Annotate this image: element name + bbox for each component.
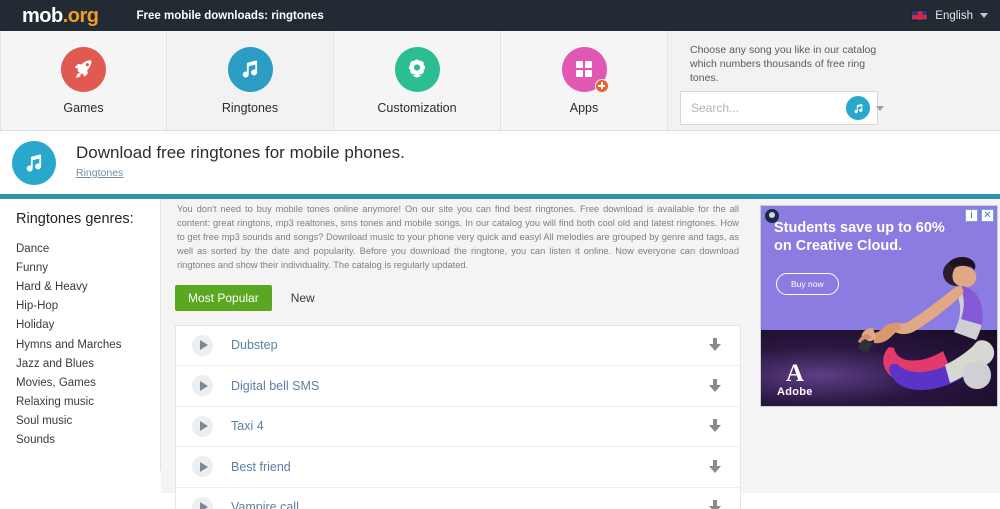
sidebar-item-soul-music[interactable]: Soul music (16, 412, 160, 431)
play-icon[interactable] (192, 334, 213, 356)
primary-nav: Games Ringtones Customization Apps Choos… (0, 31, 1000, 131)
nav-item-label: Ringtones (221, 100, 279, 115)
genres-sidebar: Ringtones genres: Dance Funny Hard & Hea… (0, 199, 161, 471)
play-icon[interactable] (192, 496, 213, 509)
page-header: Download free ringtones for mobile phone… (0, 131, 1000, 199)
adobe-wordmark: Adobe (777, 386, 813, 398)
apps-grid-icon (561, 46, 609, 93)
download-arrow-icon[interactable] (708, 419, 722, 433)
nav-item-ringtones[interactable]: Ringtones (167, 31, 334, 130)
rocket-icon (61, 46, 106, 92)
ringtone-title[interactable]: Vampire call (231, 500, 708, 509)
breadcrumb[interactable]: Ringtones (76, 167, 123, 179)
ringtone-list: Dubstep Digital bell SMS Taxi 4 Best fri… (175, 324, 741, 509)
play-icon[interactable] (192, 415, 213, 437)
sidebar-item-relaxing-music[interactable]: Relaxing music (16, 393, 160, 412)
add-app-badge-icon (594, 78, 609, 93)
adobe-mark-icon: A (785, 360, 804, 388)
main-content: You don't need to buy mobile tones onlin… (161, 199, 755, 509)
intro-paragraph: You don't need to buy mobile tones onlin… (177, 204, 739, 270)
sidebar-item-movies-games[interactable]: Movies, Games (16, 373, 160, 392)
ad-headline: Students save up to 60% on Creative Clou… (774, 220, 945, 254)
ringtone-title[interactable]: Dubstep (231, 338, 708, 352)
sidebar-item-hard-heavy[interactable]: Hard & Heavy (16, 277, 160, 296)
ad-close-icon[interactable]: ✕ (981, 209, 994, 222)
play-icon[interactable] (192, 375, 213, 397)
language-label: English (935, 9, 973, 22)
site-tagline: Free mobile downloads: ringtones (136, 9, 324, 22)
content-tabs: Most Popular New (175, 284, 741, 311)
ad-avatar-icon (765, 209, 779, 223)
nav-item-label: Customization (377, 100, 457, 115)
ad-info-icon[interactable]: i (965, 209, 978, 222)
ringtone-title[interactable]: Best friend (231, 460, 708, 474)
logo-main-text: mob (22, 4, 63, 27)
download-arrow-icon[interactable] (708, 500, 722, 509)
sidebar-item-sounds[interactable]: Sounds (16, 431, 160, 450)
logo-suffix-text: .org (62, 4, 99, 27)
sidebar-heading: Ringtones genres: (16, 211, 134, 227)
tab-new[interactable]: New (278, 285, 328, 311)
sidebar-item-hymns-marches[interactable]: Hymns and Marches (16, 335, 160, 354)
sidebar-item-holiday[interactable]: Holiday (16, 316, 160, 335)
list-item[interactable]: Taxi 4 (176, 407, 740, 448)
download-arrow-icon[interactable] (708, 378, 722, 393)
play-icon[interactable] (192, 456, 213, 478)
sidebar-item-hip-hop[interactable]: Hip-Hop (16, 297, 160, 316)
site-logo[interactable]: mob.org (22, 6, 99, 26)
sidebar-item-dance[interactable]: Dance (16, 239, 160, 258)
nav-item-apps[interactable]: Apps (501, 31, 668, 130)
search-input[interactable] (681, 101, 846, 115)
ad-column: Students save up to 60% on Creative Clou… (755, 199, 1000, 493)
ringtone-title[interactable]: Taxi 4 (231, 419, 708, 433)
download-arrow-icon[interactable] (708, 338, 722, 352)
music-note-icon (227, 46, 273, 92)
sidebar-item-jazz-blues[interactable]: Jazz and Blues (16, 354, 160, 373)
advertisement[interactable]: Students save up to 60% on Creative Clou… (760, 205, 998, 407)
page-body: Ringtones genres: Dance Funny Hard & Hea… (0, 199, 1000, 509)
search-note: Choose any song you like in our catalog … (690, 44, 877, 85)
nav-item-label: Apps (569, 100, 599, 115)
sidebar-item-funny[interactable]: Funny (16, 258, 160, 277)
search-submit-button[interactable] (846, 96, 870, 120)
list-item[interactable]: Vampire call (176, 488, 740, 509)
music-note-icon (12, 140, 56, 185)
nav-item-customization[interactable]: Customization (334, 31, 501, 130)
page-header-text: Download free ringtones for mobile phone… (76, 143, 405, 181)
ad-cta-button[interactable]: Buy now (776, 273, 839, 295)
list-item[interactable]: Best friend (176, 447, 740, 488)
tab-most-popular[interactable]: Most Popular (175, 284, 272, 311)
chevron-down-icon (980, 13, 988, 18)
page-title: Download free ringtones for mobile phone… (76, 143, 405, 163)
search-dropdown-icon[interactable] (876, 105, 884, 111)
adobe-logo: A Adobe (777, 360, 813, 398)
language-selector[interactable]: English (911, 10, 988, 22)
list-item[interactable]: Digital bell SMS (176, 366, 740, 407)
nav-item-label: Games (63, 100, 104, 115)
list-item[interactable]: Dubstep (176, 326, 740, 367)
ringtone-title[interactable]: Digital bell SMS (231, 379, 708, 393)
download-arrow-icon[interactable] (708, 459, 722, 474)
search-box (680, 91, 884, 125)
ad-dancer-image (858, 256, 995, 390)
uk-flag-icon (911, 10, 929, 21)
nav-items: Games Ringtones Customization Apps (0, 31, 668, 130)
top-bar: mob.org Free mobile downloads: ringtones… (0, 0, 1000, 31)
nav-item-games[interactable]: Games (0, 31, 167, 130)
flower-gear-icon (394, 46, 440, 92)
search-zone: Choose any song you like in our catalog … (668, 31, 1000, 130)
